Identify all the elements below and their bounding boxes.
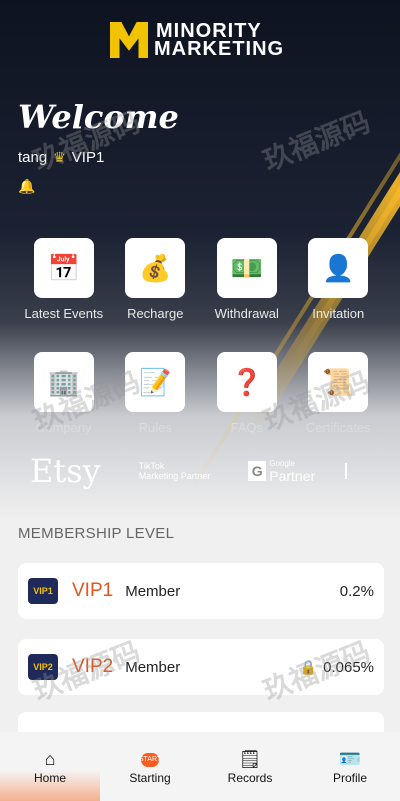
google-bottom: Partner (269, 467, 316, 484)
nav-home[interactable]: ⌂ Home (0, 732, 100, 801)
etsy-logo: Etsy (30, 452, 101, 490)
membership-card-vip1[interactable]: VIP1 VIP1 Member 0.2% (18, 563, 384, 619)
partner-logos: Etsy TikTok Marketing Partner G Google P… (0, 448, 400, 494)
nav-profile[interactable]: 🪪 Profile (300, 732, 400, 801)
menu-item-recharge[interactable]: 💰 Recharge (110, 238, 202, 352)
menu-label: Company (35, 420, 92, 435)
home-icon: ⌂ (44, 749, 56, 769)
nav-label: Records (227, 770, 273, 785)
brand-name: MINORITY MARKETING (154, 21, 285, 60)
vip-role: Member (125, 658, 181, 676)
google-g-icon: G (248, 461, 267, 481)
faq-icon: ❓ (216, 352, 277, 412)
crown-icon: ♛ (53, 149, 66, 165)
menu-label: Recharge (127, 306, 184, 321)
menu-item-invitation[interactable]: 👤 Invitation (293, 238, 385, 352)
logo-mark-icon (110, 22, 148, 58)
bottom-nav: ⌂ Home START Starting 🗒 Records 🪪 Profil… (0, 732, 400, 801)
nav-starting[interactable]: START Starting (100, 732, 200, 801)
vip-badge-icon: VIP2 (28, 654, 58, 680)
vip-name: VIP2 (72, 656, 114, 677)
menu-item-withdrawal[interactable]: 💵 Withdrawal (201, 238, 293, 352)
user-info: tang ♛ VIP1 (18, 149, 104, 166)
menu-label: Latest Events (24, 306, 104, 321)
vip-role: Member (125, 582, 181, 600)
brand-line2: MARKETING (154, 38, 285, 60)
vip-rate: 0.065% (323, 658, 374, 676)
welcome-heading: Welcome (18, 98, 179, 136)
menu-label: Invitation (312, 306, 365, 321)
bell-icon[interactable]: 🔔 (18, 178, 35, 195)
google-partner-logo: G Google Partner (248, 459, 315, 484)
building-icon: 🏢 (33, 352, 94, 412)
menu-label: Withdrawal (214, 306, 279, 321)
nav-label: Starting (129, 770, 171, 785)
profile-icon: 🪪 (338, 749, 362, 769)
nav-label: Home (33, 770, 66, 785)
menu-label: FAQs (230, 420, 263, 435)
partner-divider (345, 463, 348, 479)
tiktok-partner-logo: TikTok Marketing Partner (139, 461, 211, 481)
calendar-icon: 📅 (33, 238, 94, 298)
user-level: VIP1 (71, 149, 105, 166)
vip-name: VIP1 (72, 580, 114, 601)
money-bag-icon: 💰 (125, 238, 186, 298)
membership-section-title: MEMBERSHIP LEVEL (18, 525, 175, 542)
records-icon: 🗒 (238, 749, 262, 769)
nav-records[interactable]: 🗒 Records (200, 732, 300, 801)
menu-label: Rules (138, 420, 172, 435)
starting-icon: START (139, 752, 161, 767)
menu-item-latest-events[interactable]: 📅 Latest Events (18, 238, 110, 352)
membership-card-vip2[interactable]: VIP2 VIP2 Member 🔒 0.065% (18, 639, 384, 695)
nav-label: Profile (332, 770, 367, 785)
certificate-icon: 📜 (308, 352, 369, 412)
vip-rate: 0.2% (339, 582, 374, 600)
menu-grid: 📅 Latest Events 💰 Recharge 💵 Withdrawal … (18, 238, 384, 466)
lock-icon: 🔒 (299, 658, 318, 675)
vip-badge-icon: VIP1 (28, 578, 58, 604)
tiktok-line1: TikTok (138, 461, 165, 471)
google-top: Google (269, 458, 296, 468)
brand-logo: MINORITY MARKETING (110, 21, 285, 60)
cash-icon: 💵 (216, 238, 277, 298)
document-icon: 📝 (125, 352, 186, 412)
add-user-icon: 👤 (308, 238, 369, 298)
username: tang (18, 149, 48, 166)
tiktok-line2: Marketing Partner (138, 471, 211, 481)
menu-label: Certificates (305, 420, 371, 435)
